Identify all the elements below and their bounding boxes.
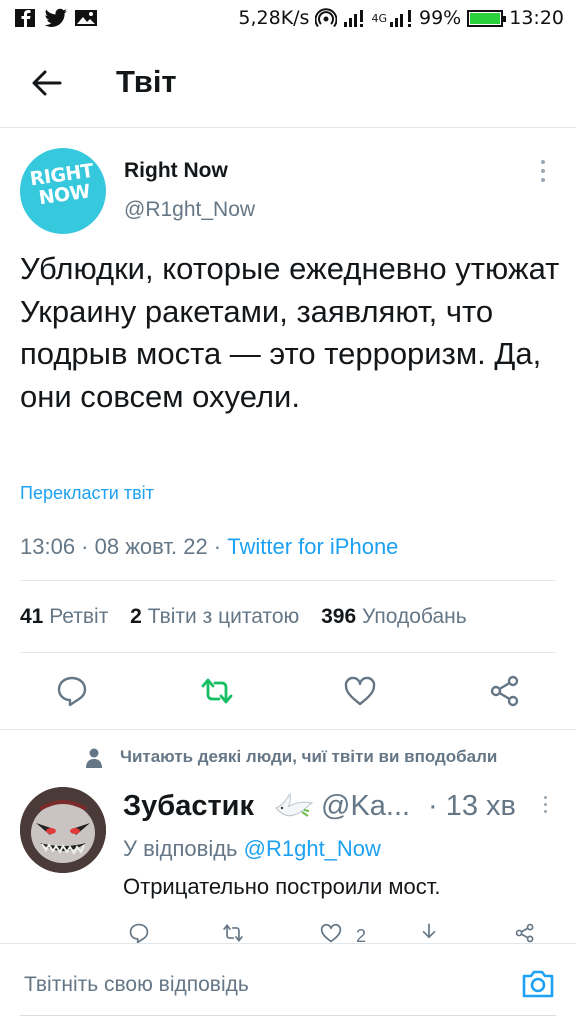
reply-context-label: Читають деякі люди, чиї твіти ви вподоба… bbox=[120, 747, 498, 766]
compose-underline bbox=[20, 1015, 556, 1016]
signal-4g-icon bbox=[390, 10, 411, 27]
replying-to: У відповідь @R1ght_Now bbox=[123, 836, 381, 862]
author-avatar[interactable]: RIGHT NOW bbox=[20, 148, 106, 234]
back-arrow-icon[interactable] bbox=[30, 66, 64, 100]
page-title: Твіт bbox=[116, 64, 177, 99]
twitter-icon bbox=[44, 8, 67, 28]
reply-reply-icon[interactable] bbox=[126, 922, 152, 944]
likes-count: 396 bbox=[321, 605, 357, 628]
gallery-icon bbox=[75, 10, 97, 26]
signal-icon bbox=[344, 10, 364, 27]
battery-icon bbox=[467, 9, 507, 27]
share-icon[interactable] bbox=[488, 674, 522, 708]
reply-author-handle[interactable]: @Ka... bbox=[321, 790, 410, 823]
likes-stat[interactable]: 396 Уподобань bbox=[321, 605, 467, 628]
reply-text: Отрицательно построили мост. bbox=[123, 874, 441, 899]
more-options-icon[interactable] bbox=[536, 160, 550, 186]
author-name[interactable]: Right Now bbox=[124, 159, 228, 183]
author-handle[interactable]: @R1ght_Now bbox=[124, 198, 255, 222]
facebook-icon bbox=[15, 9, 35, 27]
network-speed: 5,28K/s bbox=[238, 7, 310, 29]
header-divider bbox=[0, 127, 576, 128]
monster-face-image bbox=[20, 787, 106, 873]
hotspot-icon bbox=[315, 8, 338, 28]
retweets-stat[interactable]: 41 Ретвіт bbox=[20, 605, 108, 628]
reply-like-icon[interactable] bbox=[318, 922, 344, 944]
reply-author-name[interactable]: Зубастик bbox=[123, 790, 254, 823]
status-left-icons bbox=[14, 8, 98, 28]
person-icon bbox=[86, 748, 102, 768]
retweets-label: Ретвіт bbox=[49, 605, 109, 628]
reply-more-options-icon[interactable] bbox=[540, 796, 550, 818]
quotes-label: Твіти з цитатою bbox=[147, 605, 300, 628]
stats-divider bbox=[20, 652, 556, 653]
tweet-source-link[interactable]: Twitter for iPhone bbox=[227, 534, 398, 559]
translate-link[interactable]: Перекласти твіт bbox=[20, 483, 154, 504]
status-right: 5,28K/s 4G 99% 13:20 bbox=[238, 7, 564, 29]
status-bar: 5,28K/s 4G 99% 13:20 bbox=[0, 0, 576, 38]
reply-share-icon[interactable] bbox=[512, 922, 538, 944]
quotes-stat[interactable]: 2 Твіти з цитатою bbox=[130, 605, 299, 628]
tweet-meta: 13:06 · 08 жовт. 22 · Twitter for iPhone bbox=[20, 534, 398, 560]
replying-to-prefix: У відповідь bbox=[123, 836, 244, 861]
avatar-logo: RIGHT NOW bbox=[20, 159, 106, 211]
reply-icon[interactable] bbox=[55, 674, 89, 708]
tweet-divider bbox=[0, 729, 576, 730]
dove-emoji-icon bbox=[275, 792, 314, 817]
battery-percent: 99% bbox=[419, 7, 462, 29]
retweet-icon[interactable] bbox=[200, 674, 234, 708]
network-type: 4G bbox=[371, 11, 387, 25]
tweet-timestamp: 13:06 · 08 жовт. 22 · bbox=[20, 534, 228, 559]
replying-to-mention[interactable]: @R1ght_Now bbox=[244, 836, 381, 861]
tweet-text: Ублюдки, которые ежедневно утюжат Украин… bbox=[20, 251, 560, 414]
reply-time: · 13 хв bbox=[428, 790, 516, 822]
quotes-count: 2 bbox=[130, 605, 142, 628]
reply-download-icon[interactable] bbox=[416, 922, 442, 944]
like-icon[interactable] bbox=[343, 674, 377, 708]
compose-reply-input[interactable]: Твітніть свою відповідь bbox=[24, 973, 249, 997]
likes-label: Уподобань bbox=[361, 605, 467, 628]
tweet-stats: 41 Ретвіт 2 Твіти з цитатою 396 Уподобан… bbox=[20, 605, 467, 629]
retweets-count: 41 bbox=[20, 605, 44, 628]
battery-level bbox=[470, 12, 500, 24]
camera-icon[interactable] bbox=[520, 966, 556, 1002]
reply-author-avatar[interactable] bbox=[20, 787, 106, 873]
meta-divider bbox=[20, 580, 556, 581]
reply-retweet-icon[interactable] bbox=[220, 922, 246, 944]
clock: 13:20 bbox=[509, 7, 564, 29]
